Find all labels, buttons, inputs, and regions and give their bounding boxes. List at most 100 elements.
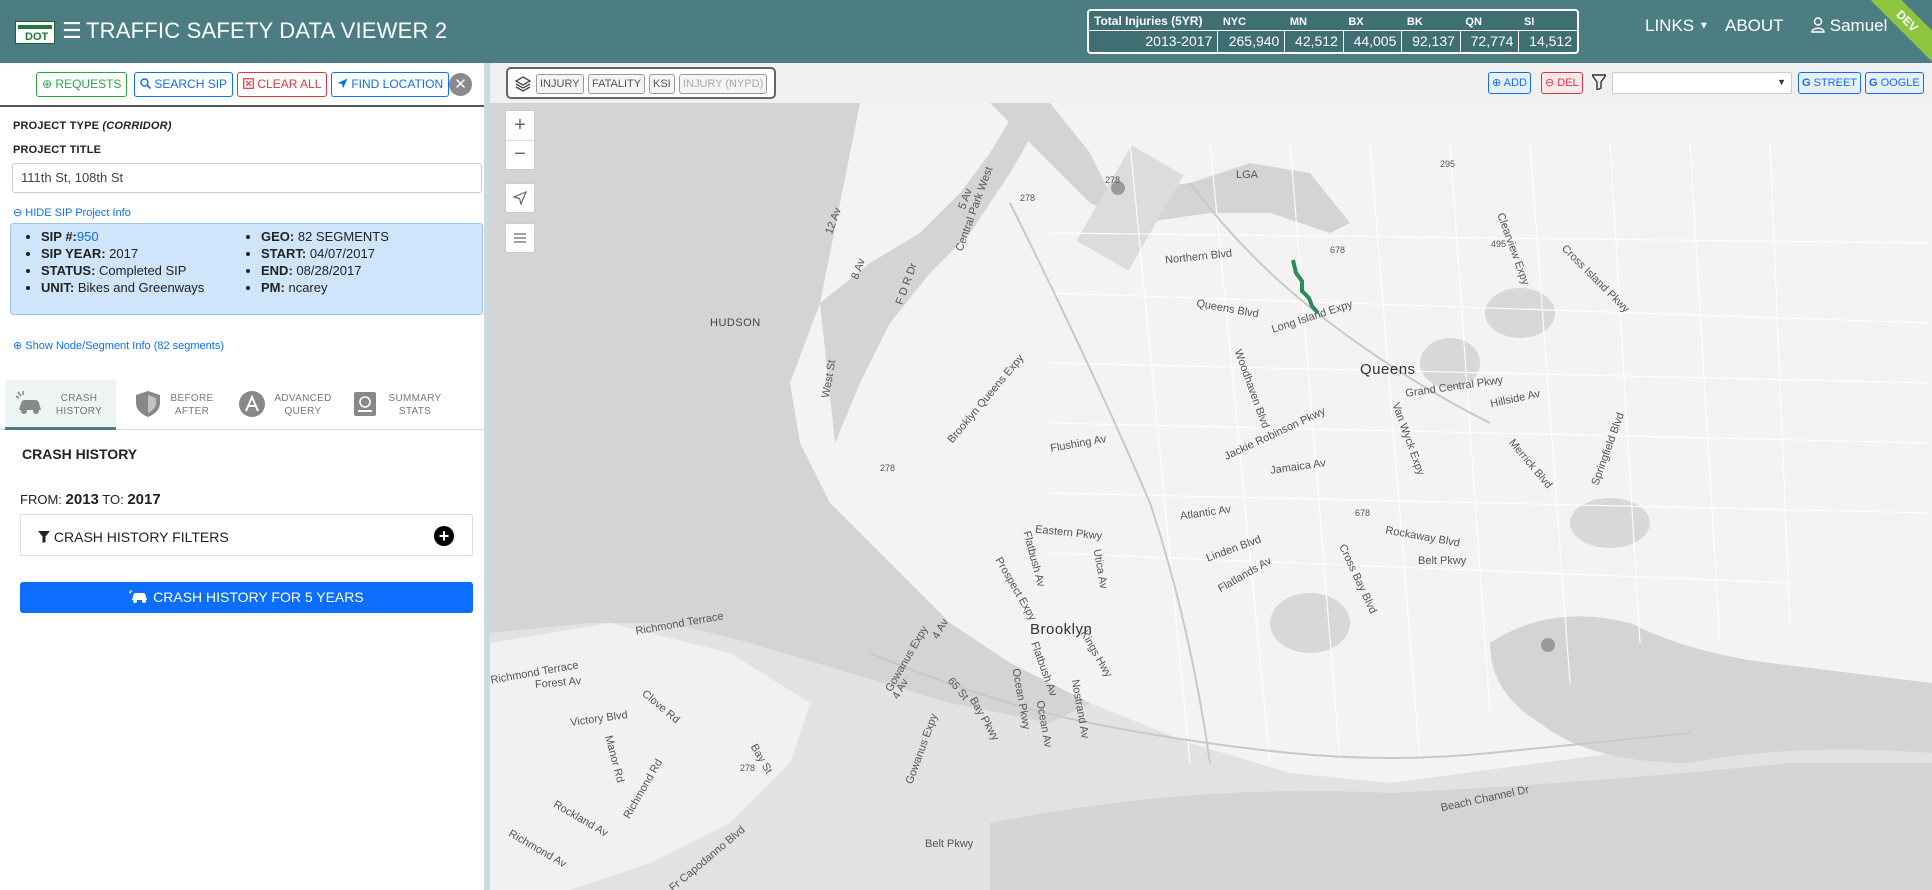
ksi-layer-button[interactable]: KSI — [649, 74, 675, 94]
stats-col-qn: QN — [1465, 15, 1482, 28]
app-header: DOT ☰ TRAFFIC SAFETY DATA VIEWER 2 Total… — [0, 0, 1932, 63]
sip-pm-key: PM: — [261, 280, 285, 295]
tab-advanced-query[interactable]: ADVANCED QUERY — [232, 380, 342, 430]
crash-history-title: CRASH HISTORY — [22, 446, 138, 462]
map-menu-control[interactable] — [505, 223, 535, 253]
stats-val-si: 14,512 — [1518, 29, 1577, 52]
car-crash-icon — [15, 391, 41, 414]
search-sip-button[interactable]: SEARCH SIP — [134, 72, 234, 97]
sip-unit: UNIT: Bikes and Greenways — [41, 279, 204, 296]
tab-crash-history[interactable]: CRASH HISTORY — [5, 380, 116, 430]
basemap[interactable] — [490, 63, 1932, 890]
links-dropdown[interactable]: LINKS ▼ — [1645, 16, 1709, 37]
minus-circle-icon: ⊖ — [1545, 77, 1555, 89]
filter-icon — [38, 531, 50, 543]
tab-before-after[interactable]: BEFORE AFTER — [126, 380, 226, 430]
crash-history-filters[interactable]: CRASH HISTORY FILTERS + — [20, 514, 473, 556]
map-shield-278b: 278 — [880, 463, 896, 473]
google-maps-button[interactable]: G OOGLE — [1865, 72, 1924, 94]
injury-layer-button[interactable]: INJURY — [536, 74, 584, 94]
add-label: ADD — [1503, 77, 1527, 89]
stats-caption: Total Injuries (5YR) — [1094, 13, 1203, 28]
project-title-input[interactable]: 111th St, 108th St — [12, 163, 482, 193]
delete-button[interactable]: ⊖ DEL — [1541, 72, 1583, 94]
hide-sip-info-label: HIDE SIP Project Info — [25, 207, 131, 219]
caret-down-icon: ▼ — [1698, 20, 1709, 32]
sip-number-link[interactable]: 950 — [77, 229, 99, 244]
sip-info-left: SIP #:950 SIP YEAR: 2017 STATUS: Complet… — [41, 228, 204, 296]
layers-icon[interactable] — [514, 75, 532, 93]
street-label: STREET — [1813, 77, 1858, 89]
map-shield-278d: 278 — [740, 763, 756, 773]
show-node-segment-toggle[interactable]: ⊕ Show Node/Segment Info (82 segments) — [13, 339, 224, 352]
sip-start-value: 04/07/2017 — [309, 246, 375, 261]
add-button[interactable]: ⊕ ADD — [1488, 72, 1531, 94]
sip-geo-value: 82 SEGMENTS — [297, 229, 389, 244]
map-shield-678b: 678 — [1355, 508, 1371, 518]
sip-year-value: 2017 — [109, 246, 139, 261]
filter-icon[interactable] — [1592, 74, 1606, 90]
stats-val-qn: 72,774 — [1459, 29, 1519, 52]
sip-pm-value: ncarey — [288, 280, 328, 295]
stats-val-nyc: 265,940 — [1217, 29, 1285, 52]
location-arrow-icon — [337, 78, 348, 89]
locate-control[interactable] — [505, 183, 535, 213]
tab-crash-history-label: CRASH HISTORY — [55, 393, 103, 417]
map-shield-278c: 278 — [1105, 175, 1121, 185]
google-street-button[interactable]: G STREET — [1798, 72, 1862, 94]
close-panel-icon[interactable]: ✕ — [449, 73, 472, 96]
requests-button[interactable]: ⊕ REQUESTS — [36, 72, 128, 97]
sip-status-value: Completed SIP — [99, 263, 187, 278]
shield-icon — [136, 391, 160, 417]
map-shield-278a: 278 — [1020, 193, 1036, 203]
from-year: 2013 — [65, 491, 99, 508]
google-g-icon: G — [1869, 77, 1878, 89]
user-name: Samuel — [1829, 16, 1888, 35]
crash-history-5yr-button[interactable]: CRASH HISTORY FOR 5 YEARS — [20, 582, 473, 613]
zoom-out-icon[interactable]: − — [506, 141, 534, 171]
advanced-query-icon — [239, 391, 265, 417]
location-arrow-icon — [512, 190, 528, 206]
crash-history-filters-label: CRASH HISTORY FILTERS — [53, 529, 229, 545]
map-toolbar: INJURY FATALITY KSI INJURY (NYPD) ⊕ ADD … — [490, 63, 1932, 103]
links-label: LINKS — [1645, 16, 1695, 35]
tab-advanced-query-label: ADVANCED QUERY — [274, 393, 332, 417]
find-location-label: FIND LOCATION — [351, 77, 444, 91]
zoom-in-icon[interactable]: + — [506, 111, 534, 141]
sip-start: START: 04/07/2017 — [261, 245, 389, 262]
stats-col-si: SI — [1523, 15, 1535, 28]
stats-col-bk: BK — [1406, 15, 1423, 28]
project-type-label: PROJECT TYPE — [13, 120, 100, 132]
sip-end-key: END: — [261, 263, 293, 278]
map-filter-select[interactable]: ▼ — [1612, 72, 1792, 94]
sip-geo: GEO: 82 SEGMENTS — [261, 228, 389, 245]
map-panel[interactable]: HUDSON Queens Brooklyn LGA Northern Blvd… — [490, 63, 1932, 890]
nyc-dot-logo[interactable]: DOT — [15, 21, 55, 44]
chevron-down-icon: ▼ — [1777, 77, 1786, 87]
expand-filters-icon[interactable]: + — [434, 526, 454, 546]
map-label-lga: LGA — [1236, 169, 1259, 181]
find-location-button[interactable]: FIND LOCATION — [331, 72, 450, 97]
sip-status-key: STATUS: — [41, 263, 96, 278]
close-square-icon — [243, 78, 254, 89]
map-shield-495: 495 — [1491, 239, 1507, 249]
injury-nypd-layer-button[interactable]: INJURY (NYPD) — [679, 74, 768, 94]
injury-stats-table: Total Injuries (5YR) NYC MN BX BK QN SI … — [1087, 9, 1579, 54]
tab-summary-stats[interactable]: SUMMARY STATS — [344, 380, 454, 430]
sip-year: SIP YEAR: 2017 — [41, 245, 204, 262]
user-menu[interactable]: Samuel — [1811, 16, 1887, 36]
sip-number: SIP #:950 — [41, 228, 204, 245]
fatality-layer-button[interactable]: FATALITY — [588, 74, 646, 94]
project-type: PROJECT TYPE (CORRIDOR) — [13, 120, 172, 132]
google-label: OOGLE — [1880, 77, 1920, 89]
left-toolbar: ⊕ REQUESTS SEARCH SIP CLEAR ALL FIND LOC… — [0, 63, 484, 107]
logo-text: DOT — [25, 31, 49, 43]
hide-sip-info-toggle[interactable]: ⊖ HIDE SIP Project Info — [13, 206, 131, 219]
about-link[interactable]: ABOUT — [1725, 16, 1784, 36]
stats-val-mn: 42,512 — [1284, 29, 1344, 52]
tab-before-after-label: BEFORE AFTER — [170, 393, 214, 417]
clear-all-button[interactable]: CLEAR ALL — [237, 72, 328, 97]
map-label-belt-pkwy-south: Belt Pkwy — [925, 838, 974, 850]
crash-history-filters-header: CRASH HISTORY FILTERS — [38, 529, 229, 545]
menu-icon[interactable]: ☰ — [62, 18, 82, 44]
